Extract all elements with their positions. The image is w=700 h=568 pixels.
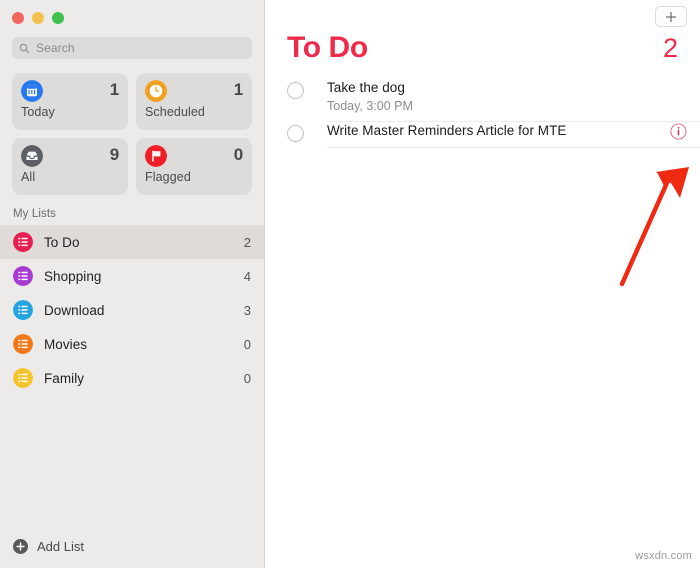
window-controls: [0, 0, 264, 24]
list-header: To Do 2: [265, 0, 700, 64]
close-button[interactable]: [12, 12, 24, 24]
sidebar-list-label: To Do: [44, 234, 80, 250]
sidebar-list-count: 2: [243, 234, 251, 250]
smart-list-today[interactable]: 1 Today: [12, 73, 128, 130]
plus-icon: [666, 11, 676, 22]
clock-icon: [145, 80, 167, 102]
smart-list-count: 0: [233, 145, 243, 164]
sidebar-list-family[interactable]: Family 0: [0, 361, 264, 395]
add-reminder-button[interactable]: [655, 6, 687, 27]
sidebar-list-label: Movies: [44, 336, 88, 352]
sidebar-list-count: 0: [243, 370, 251, 386]
smart-lists-grid: 1 Today 1 Scheduled 9 All 0 Flagged: [12, 73, 252, 195]
list-icon: [13, 266, 33, 286]
reminder-row[interactable]: Take the dog Today, 3:00 PM: [265, 79, 700, 122]
sidebar-list-label: Family: [44, 370, 85, 386]
list-icon: [13, 334, 33, 354]
smart-list-label: Scheduled: [145, 105, 205, 119]
sidebar-list-download[interactable]: Download 3: [0, 293, 264, 327]
list-icon: [13, 300, 33, 320]
reminders-list: Take the dog Today, 3:00 PM Write Master…: [265, 79, 700, 158]
sidebar-list-to-do[interactable]: To Do 2: [0, 225, 264, 259]
sidebar-list-shopping[interactable]: Shopping 4: [0, 259, 264, 293]
flag-icon: [145, 145, 167, 167]
sidebar-list-movies[interactable]: Movies 0: [0, 327, 264, 361]
smart-list-count: 1: [109, 80, 119, 99]
reminder-row[interactable]: Write Master Reminders Article for MTE: [265, 122, 700, 158]
main-content: To Do 2 Take the dog Today, 3:00 PM Writ…: [265, 0, 700, 568]
search-placeholder: Search: [36, 41, 75, 55]
sidebar-list-label: Download: [44, 302, 105, 318]
sidebar-list-count: 0: [243, 336, 251, 352]
smart-list-label: Today: [21, 105, 55, 119]
page-title: To Do: [287, 31, 368, 64]
search-input[interactable]: Search: [12, 37, 252, 59]
maximize-button[interactable]: [52, 12, 64, 24]
info-icon[interactable]: [670, 123, 687, 140]
reminder-checkbox[interactable]: [287, 82, 304, 99]
sidebar-list-count: 4: [243, 268, 251, 284]
sidebar-list-count: 3: [243, 302, 251, 318]
smart-list-all[interactable]: 9 All: [12, 138, 128, 195]
smart-list-label: Flagged: [145, 170, 191, 184]
my-lists-header: My Lists: [13, 208, 56, 220]
smart-list-count: 1: [233, 80, 243, 99]
reminders-app-window: Search 1 Today 1 Scheduled 9 All 0 Flagg…: [0, 0, 700, 568]
list-icon: [13, 368, 33, 388]
calendar-icon: [21, 80, 43, 102]
add-list-label: Add List: [37, 538, 84, 554]
search-icon: [19, 43, 30, 53]
sidebar: Search 1 Today 1 Scheduled 9 All 0 Flagg…: [0, 0, 265, 568]
tray-icon: [21, 145, 43, 167]
smart-list-label: All: [21, 170, 36, 184]
watermark: wsxdn.com: [635, 550, 692, 562]
reminder-title: Write Master Reminders Article for MTE: [327, 123, 567, 138]
smart-list-flagged[interactable]: 0 Flagged: [136, 138, 252, 195]
page-count: 2: [662, 33, 678, 63]
plus-circle-icon: [13, 538, 28, 554]
reminder-checkbox[interactable]: [287, 125, 304, 142]
reminder-due-date: Today, 3:00 PM: [327, 99, 413, 113]
reminder-title: Take the dog: [327, 80, 405, 95]
smart-list-count: 9: [109, 145, 119, 164]
minimize-button[interactable]: [32, 12, 44, 24]
smart-list-scheduled[interactable]: 1 Scheduled: [136, 73, 252, 130]
add-list-button[interactable]: Add List: [0, 524, 265, 568]
list-icon: [13, 232, 33, 252]
sidebar-list-label: Shopping: [44, 268, 102, 284]
